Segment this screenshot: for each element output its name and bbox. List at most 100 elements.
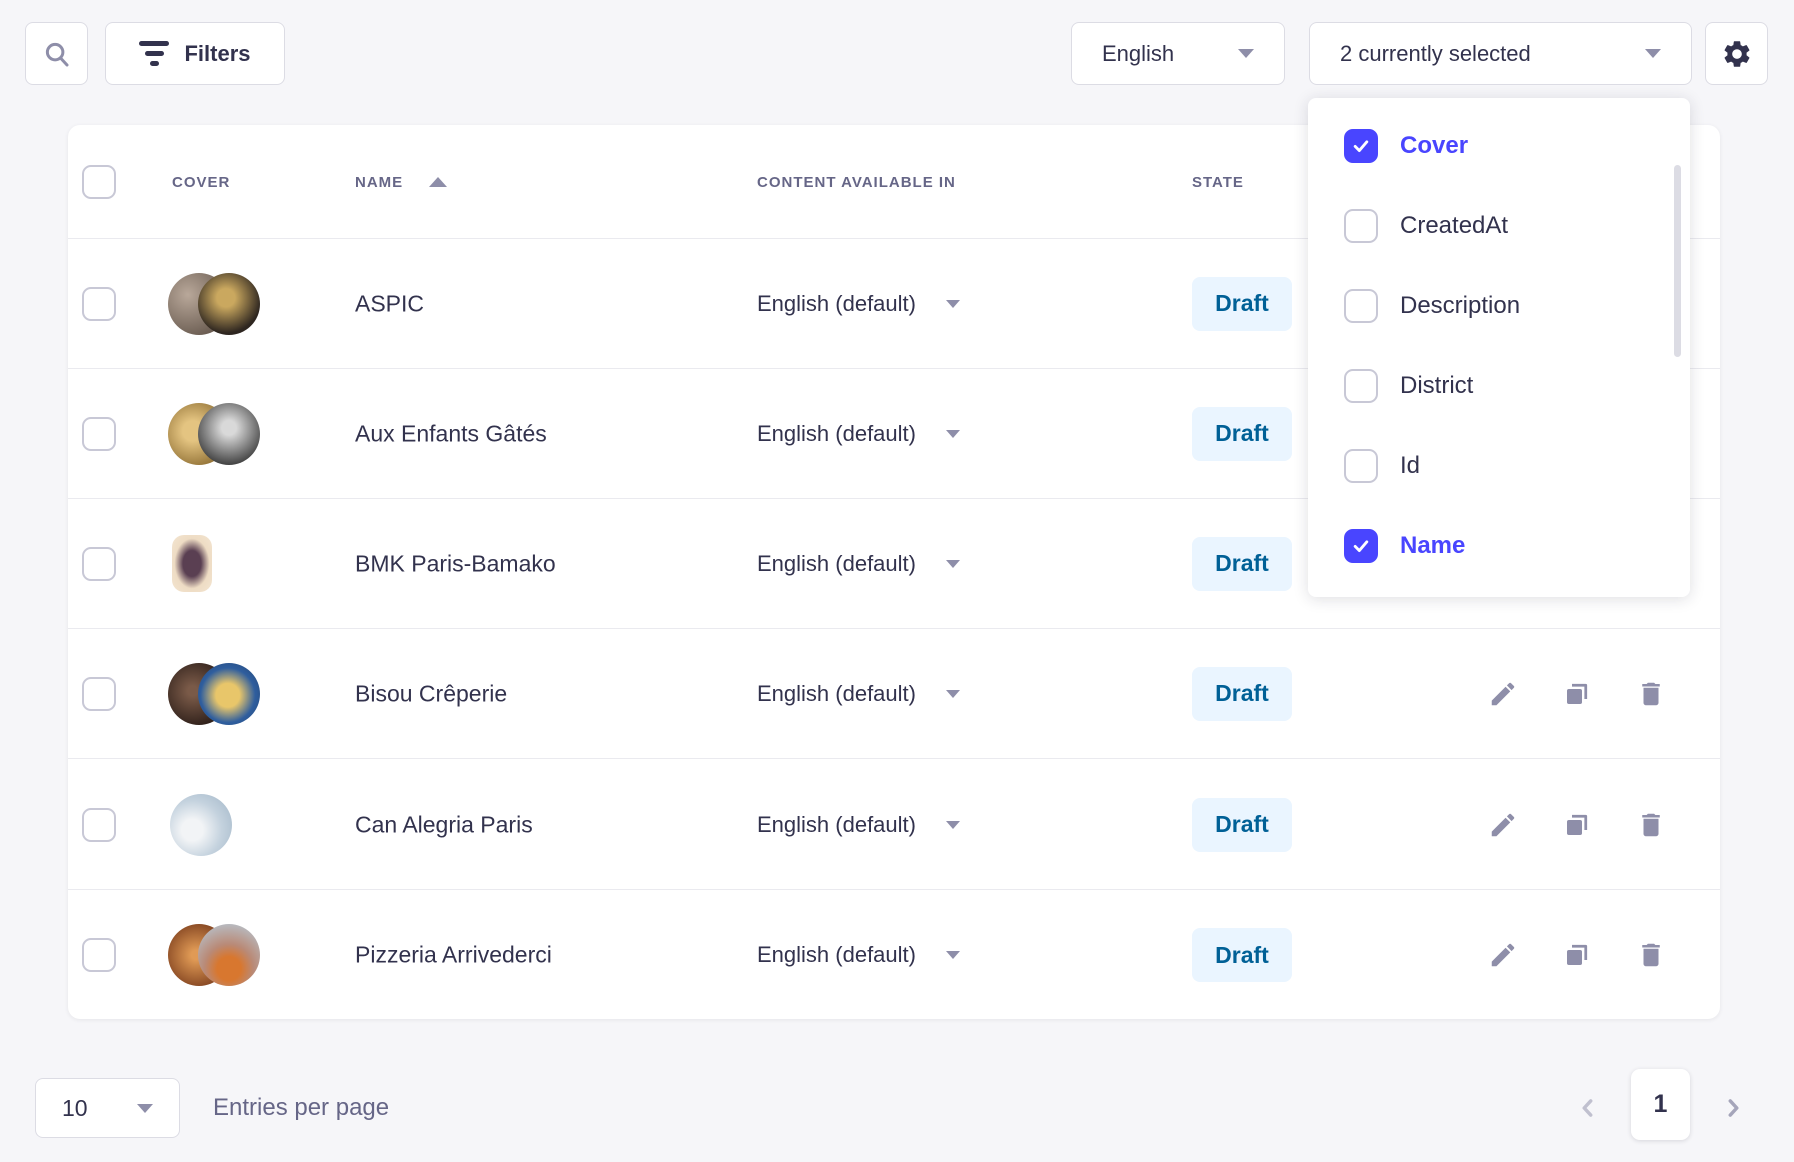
column-option-cover[interactable]: Cover bbox=[1308, 106, 1690, 186]
column-header-name-label: NAME bbox=[355, 174, 403, 191]
row-locale-value: English (default) bbox=[757, 812, 916, 838]
dropdown-scrollbar[interactable] bbox=[1674, 165, 1681, 357]
edit-icon[interactable] bbox=[1488, 679, 1518, 709]
page-size-value: 10 bbox=[62, 1095, 88, 1122]
table-row: Pizzeria Arrivederci English (default) D… bbox=[68, 890, 1720, 1020]
checkbox-checked-icon bbox=[1344, 129, 1378, 163]
chevron-down-icon bbox=[946, 300, 960, 308]
pagination-next-button[interactable] bbox=[1710, 1085, 1756, 1131]
row-name: BMK Paris-Bamako bbox=[355, 550, 556, 577]
row-name: Aux Enfants Gâtés bbox=[355, 420, 547, 447]
state-badge: Draft bbox=[1192, 798, 1292, 852]
row-checkbox[interactable] bbox=[82, 547, 116, 581]
gear-icon bbox=[1721, 38, 1753, 70]
column-option-createdat[interactable]: CreatedAt bbox=[1308, 186, 1690, 266]
row-checkbox[interactable] bbox=[82, 677, 116, 711]
select-all-checkbox[interactable] bbox=[82, 165, 116, 199]
filters-button-label: Filters bbox=[184, 41, 250, 67]
table-row: Can Alegria Paris English (default) Draf… bbox=[68, 760, 1720, 890]
pagination-previous-button[interactable] bbox=[1565, 1085, 1611, 1131]
chevron-down-icon bbox=[946, 951, 960, 959]
row-locale-select[interactable]: English (default) bbox=[757, 812, 960, 838]
state-badge: Draft bbox=[1192, 928, 1292, 982]
row-locale-select[interactable]: English (default) bbox=[757, 421, 960, 447]
cover-image bbox=[168, 532, 262, 596]
row-checkbox[interactable] bbox=[82, 808, 116, 842]
row-locale-select[interactable]: English (default) bbox=[757, 291, 960, 317]
checkbox-icon bbox=[1344, 289, 1378, 323]
row-name: Bisou Crêperie bbox=[355, 680, 507, 707]
duplicate-icon[interactable] bbox=[1562, 810, 1592, 840]
delete-icon[interactable] bbox=[1636, 940, 1666, 970]
chevron-down-icon bbox=[946, 821, 960, 829]
cover-image bbox=[168, 923, 262, 987]
row-checkbox[interactable] bbox=[82, 417, 116, 451]
row-locale-select[interactable]: English (default) bbox=[757, 551, 960, 577]
column-option-label: Id bbox=[1400, 452, 1420, 480]
table-row: Bisou Crêperie English (default) Draft bbox=[68, 629, 1720, 759]
pagination-page-1[interactable]: 1 bbox=[1631, 1069, 1690, 1140]
row-locale-select[interactable]: English (default) bbox=[757, 942, 960, 968]
filter-icon bbox=[139, 41, 169, 66]
cover-image bbox=[168, 793, 262, 857]
chevron-down-icon bbox=[137, 1104, 153, 1113]
delete-icon[interactable] bbox=[1636, 679, 1666, 709]
row-locale-value: English (default) bbox=[757, 681, 916, 707]
row-name: ASPIC bbox=[355, 290, 424, 317]
row-locale-value: English (default) bbox=[757, 421, 916, 447]
column-option-id[interactable]: Id bbox=[1308, 426, 1690, 506]
column-header-state[interactable]: STATE bbox=[1192, 125, 1244, 239]
state-badge: Draft bbox=[1192, 667, 1292, 721]
row-checkbox[interactable] bbox=[82, 938, 116, 972]
columns-select-value: 2 currently selected bbox=[1340, 41, 1531, 67]
chevron-down-icon bbox=[1645, 49, 1661, 58]
edit-icon[interactable] bbox=[1488, 810, 1518, 840]
checkbox-icon bbox=[1344, 209, 1378, 243]
column-option-district[interactable]: District bbox=[1308, 346, 1690, 426]
duplicate-icon[interactable] bbox=[1562, 940, 1592, 970]
row-name: Pizzeria Arrivederci bbox=[355, 942, 552, 969]
column-header-cover[interactable]: COVER bbox=[172, 125, 230, 239]
checkbox-icon bbox=[1344, 449, 1378, 483]
search-icon bbox=[42, 39, 72, 69]
column-option-label: CreatedAt bbox=[1400, 212, 1508, 240]
cover-image bbox=[168, 402, 262, 466]
row-locale-value: English (default) bbox=[757, 291, 916, 317]
settings-button[interactable] bbox=[1705, 22, 1768, 85]
chevron-left-icon bbox=[1575, 1095, 1601, 1121]
column-header-name[interactable]: NAME bbox=[355, 125, 447, 239]
column-option-label: District bbox=[1400, 372, 1473, 400]
column-option-description[interactable]: Description bbox=[1308, 266, 1690, 346]
chevron-down-icon bbox=[1238, 49, 1254, 58]
row-checkbox[interactable] bbox=[82, 287, 116, 321]
column-picker-dropdown: Cover CreatedAt Description District Id … bbox=[1308, 98, 1690, 597]
duplicate-icon[interactable] bbox=[1562, 679, 1592, 709]
column-option-name[interactable]: Name bbox=[1308, 506, 1690, 586]
edit-icon[interactable] bbox=[1488, 940, 1518, 970]
column-header-content-available-in[interactable]: CONTENT AVAILABLE IN bbox=[757, 125, 956, 239]
page-size-select[interactable]: 10 bbox=[35, 1078, 180, 1138]
column-option-label: Cover bbox=[1400, 132, 1468, 160]
row-locale-value: English (default) bbox=[757, 942, 916, 968]
chevron-right-icon bbox=[1720, 1095, 1746, 1121]
column-option-label: Name bbox=[1400, 532, 1465, 560]
sort-ascending-icon bbox=[429, 177, 447, 187]
checkbox-icon bbox=[1344, 369, 1378, 403]
column-option-label: Description bbox=[1400, 292, 1520, 320]
chevron-down-icon bbox=[946, 430, 960, 438]
columns-select[interactable]: 2 currently selected bbox=[1309, 22, 1692, 85]
chevron-down-icon bbox=[946, 560, 960, 568]
locale-select-value: English bbox=[1102, 41, 1174, 67]
search-button[interactable] bbox=[25, 22, 88, 85]
state-badge: Draft bbox=[1192, 537, 1292, 591]
locale-select[interactable]: English bbox=[1071, 22, 1285, 85]
row-locale-select[interactable]: English (default) bbox=[757, 681, 960, 707]
content-manager-screen: Filters English 2 currently selected COV… bbox=[0, 0, 1794, 1162]
filters-button[interactable]: Filters bbox=[105, 22, 285, 85]
delete-icon[interactable] bbox=[1636, 810, 1666, 840]
cover-image bbox=[168, 662, 262, 726]
chevron-down-icon bbox=[946, 690, 960, 698]
row-locale-value: English (default) bbox=[757, 551, 916, 577]
checkbox-checked-icon bbox=[1344, 529, 1378, 563]
state-badge: Draft bbox=[1192, 407, 1292, 461]
